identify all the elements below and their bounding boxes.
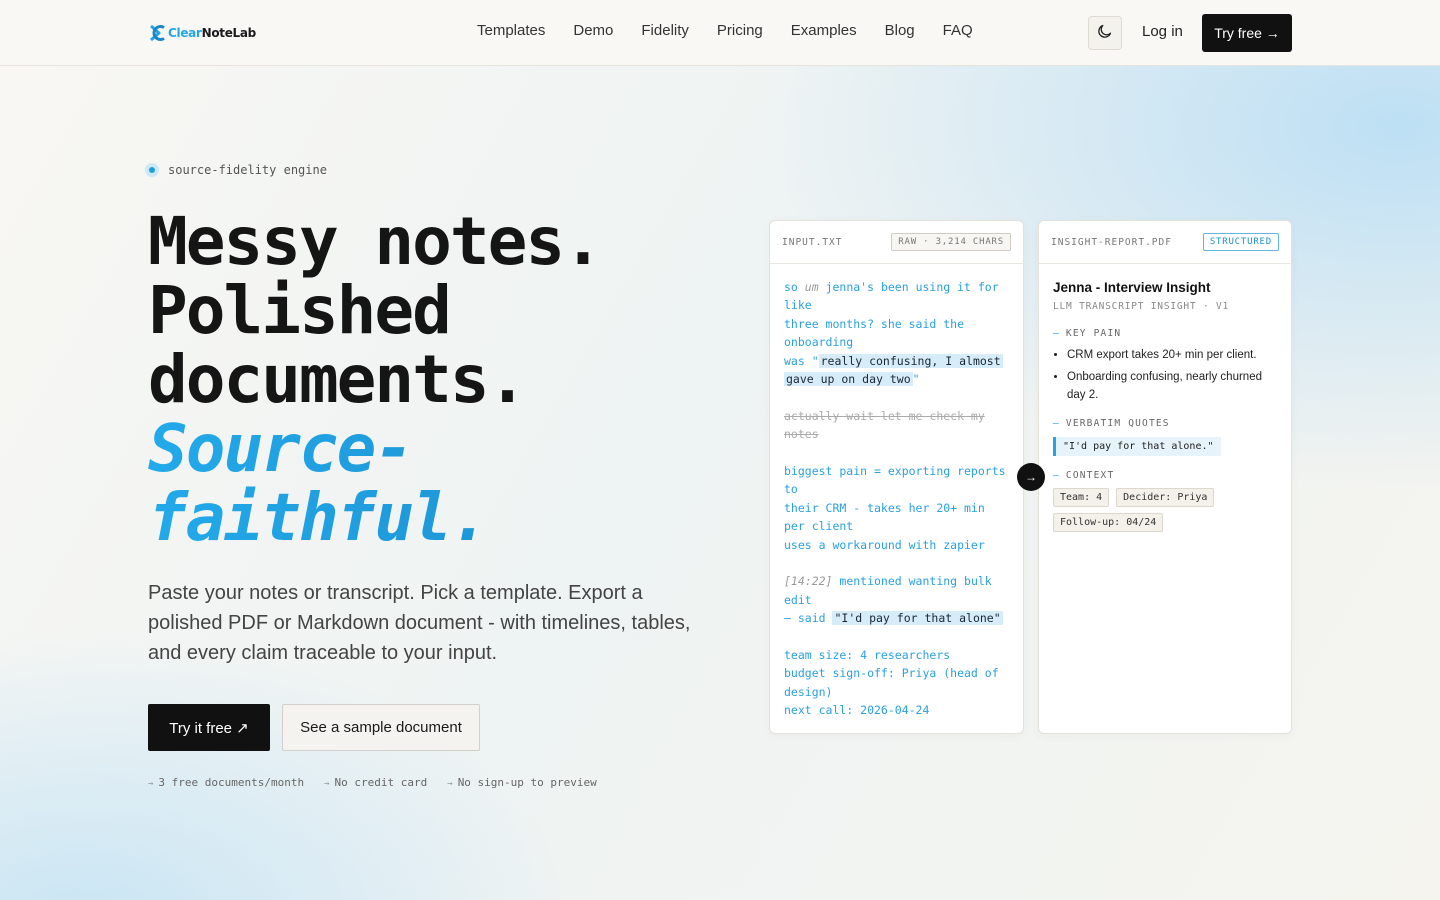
input-panel-header: INPUT.TXT RAW · 3,214 CHARS bbox=[770, 221, 1023, 264]
raw-line-struck: actually wait let me check my bbox=[784, 408, 985, 423]
raw-line: so um jenna's been using it for bbox=[784, 280, 999, 294]
nav-fidelity[interactable]: Fidelity bbox=[641, 22, 689, 39]
site-header: ClearNoteLab Templates Demo Fidelity Pri… bbox=[0, 0, 1440, 66]
hero-title-accent: Source- bbox=[148, 414, 768, 483]
moon-icon bbox=[1097, 23, 1113, 44]
raw-line-struck: notes bbox=[784, 427, 819, 442]
context-chip: Team: 4 bbox=[1053, 488, 1110, 507]
nav-blog[interactable]: Blog bbox=[885, 22, 915, 39]
nav-templates[interactable]: Templates bbox=[477, 22, 545, 39]
raw-line: biggest pain = exporting reports bbox=[784, 464, 1006, 479]
perk-item: → 3 free documents/month bbox=[148, 776, 305, 789]
report-document: Jenna - Interview Insight LLM TRANSCRIPT… bbox=[1039, 264, 1291, 532]
raw-line: like bbox=[784, 298, 812, 313]
logo-text: ClearNoteLab bbox=[168, 26, 256, 40]
try-free-button[interactable]: Try free → bbox=[1202, 14, 1292, 52]
raw-line: next call: 2026-04-24 bbox=[784, 703, 930, 718]
login-link[interactable]: Log in bbox=[1142, 23, 1183, 40]
raw-line: edit bbox=[784, 592, 812, 607]
nav-faq[interactable]: FAQ bbox=[943, 22, 973, 39]
try-it-free-button[interactable]: Try it free ↗ bbox=[148, 704, 270, 751]
perks-list: → 3 free documents/month → No credit card … bbox=[148, 776, 597, 789]
highlight: "I'd pay for that alone" bbox=[832, 611, 1003, 626]
output-panel-header: INSIGHT-REPORT.PDF STRUCTURED bbox=[1039, 221, 1291, 264]
clearnotelab-logo-icon bbox=[150, 24, 166, 42]
output-panel-title: INSIGHT-REPORT.PDF bbox=[1051, 236, 1172, 248]
raw-line: team size: 4 researchers bbox=[784, 648, 951, 663]
raw-line: [14:22] mentioned wanting bulk bbox=[784, 574, 992, 589]
section-heading: — VERBATIM QUOTES bbox=[1053, 418, 1170, 429]
input-panel-tag: RAW · 3,214 CHARS bbox=[891, 233, 1011, 251]
nav-pricing[interactable]: Pricing bbox=[717, 22, 763, 39]
status-dot-icon bbox=[145, 163, 159, 177]
raw-line: onboarding bbox=[784, 335, 854, 350]
raw-line: three months? she said the bbox=[784, 316, 965, 331]
verbatim-quote: "I'd pay for that alone." bbox=[1053, 437, 1221, 456]
nav-demo[interactable]: Demo bbox=[573, 22, 613, 39]
output-panel: INSIGHT-REPORT.PDF STRUCTURED Jenna - In… bbox=[1038, 220, 1292, 734]
raw-line: gave up on day two " bbox=[784, 372, 920, 387]
key-pain-list: CRM export takes 20+ min per client. Onb… bbox=[1053, 346, 1277, 404]
raw-line: per client bbox=[784, 519, 854, 534]
logo[interactable]: ClearNoteLab bbox=[150, 24, 256, 42]
highlight: gave up on day two bbox=[784, 372, 913, 387]
theme-toggle-button[interactable] bbox=[1088, 16, 1122, 50]
raw-line: their CRM - takes her 20+ min bbox=[784, 500, 985, 515]
hero-subtitle: Paste your notes or transcript. Pick a t… bbox=[148, 582, 691, 664]
report-title: Jenna - Interview Insight bbox=[1053, 280, 1211, 295]
output-panel-tag: STRUCTURED bbox=[1202, 233, 1279, 251]
badge-text: source-fidelity engine bbox=[168, 163, 327, 177]
list-item: Onboarding confusing, nearly churned day… bbox=[1067, 368, 1277, 404]
list-item: CRM export takes 20+ min per client. bbox=[1067, 346, 1277, 364]
hero-title-accent: faithful. bbox=[148, 483, 768, 552]
raw-line: uses a workaround with zapier bbox=[784, 537, 985, 552]
section-heading: — CONTEXT bbox=[1053, 470, 1115, 481]
hero-title-line: documents. bbox=[148, 341, 527, 418]
report-meta: LLM TRANSCRIPT INSIGHT · V1 bbox=[1053, 301, 1230, 312]
arrow-icon: → bbox=[447, 779, 453, 789]
see-sample-button[interactable]: See a sample document bbox=[282, 704, 480, 751]
raw-notes: so um jenna's been using it for like thr… bbox=[770, 264, 1023, 720]
hero-title-line: Polished bbox=[148, 272, 452, 349]
perk-item: → No sign-up to preview bbox=[447, 776, 597, 789]
context-chips: Team: 4 Decider: Priya Follow-up: 04/24 bbox=[1053, 488, 1253, 532]
raw-line: – said "I'd pay for that alone" bbox=[784, 611, 1003, 626]
raw-line: was " really confusing, I almost bbox=[784, 353, 1003, 368]
raw-line: to bbox=[784, 482, 798, 497]
hero-title-line: Messy notes. bbox=[148, 203, 603, 280]
raw-line: design) bbox=[784, 684, 833, 699]
main-nav: Templates Demo Fidelity Pricing Examples… bbox=[477, 22, 973, 39]
hero-badge: source-fidelity engine bbox=[145, 163, 327, 177]
arrow-icon: → bbox=[148, 779, 154, 789]
transform-arrow-icon: → bbox=[1017, 463, 1045, 491]
section-heading: — KEY PAIN bbox=[1053, 328, 1122, 339]
highlight: really confusing, I almost bbox=[818, 353, 1003, 368]
hero-title: Messy notes. Polished documents. Source-… bbox=[148, 207, 768, 552]
context-chip: Decider: Priya bbox=[1116, 488, 1215, 507]
context-chip: Follow-up: 04/24 bbox=[1053, 513, 1164, 532]
nav-examples[interactable]: Examples bbox=[791, 22, 857, 39]
input-panel-title: INPUT.TXT bbox=[782, 236, 843, 248]
arrow-icon: → bbox=[324, 779, 330, 789]
raw-line: budget sign-off: Priya (head of bbox=[784, 666, 999, 681]
input-panel: INPUT.TXT RAW · 3,214 CHARS so um jenna'… bbox=[769, 220, 1024, 734]
perk-item: → No credit card bbox=[324, 776, 428, 789]
